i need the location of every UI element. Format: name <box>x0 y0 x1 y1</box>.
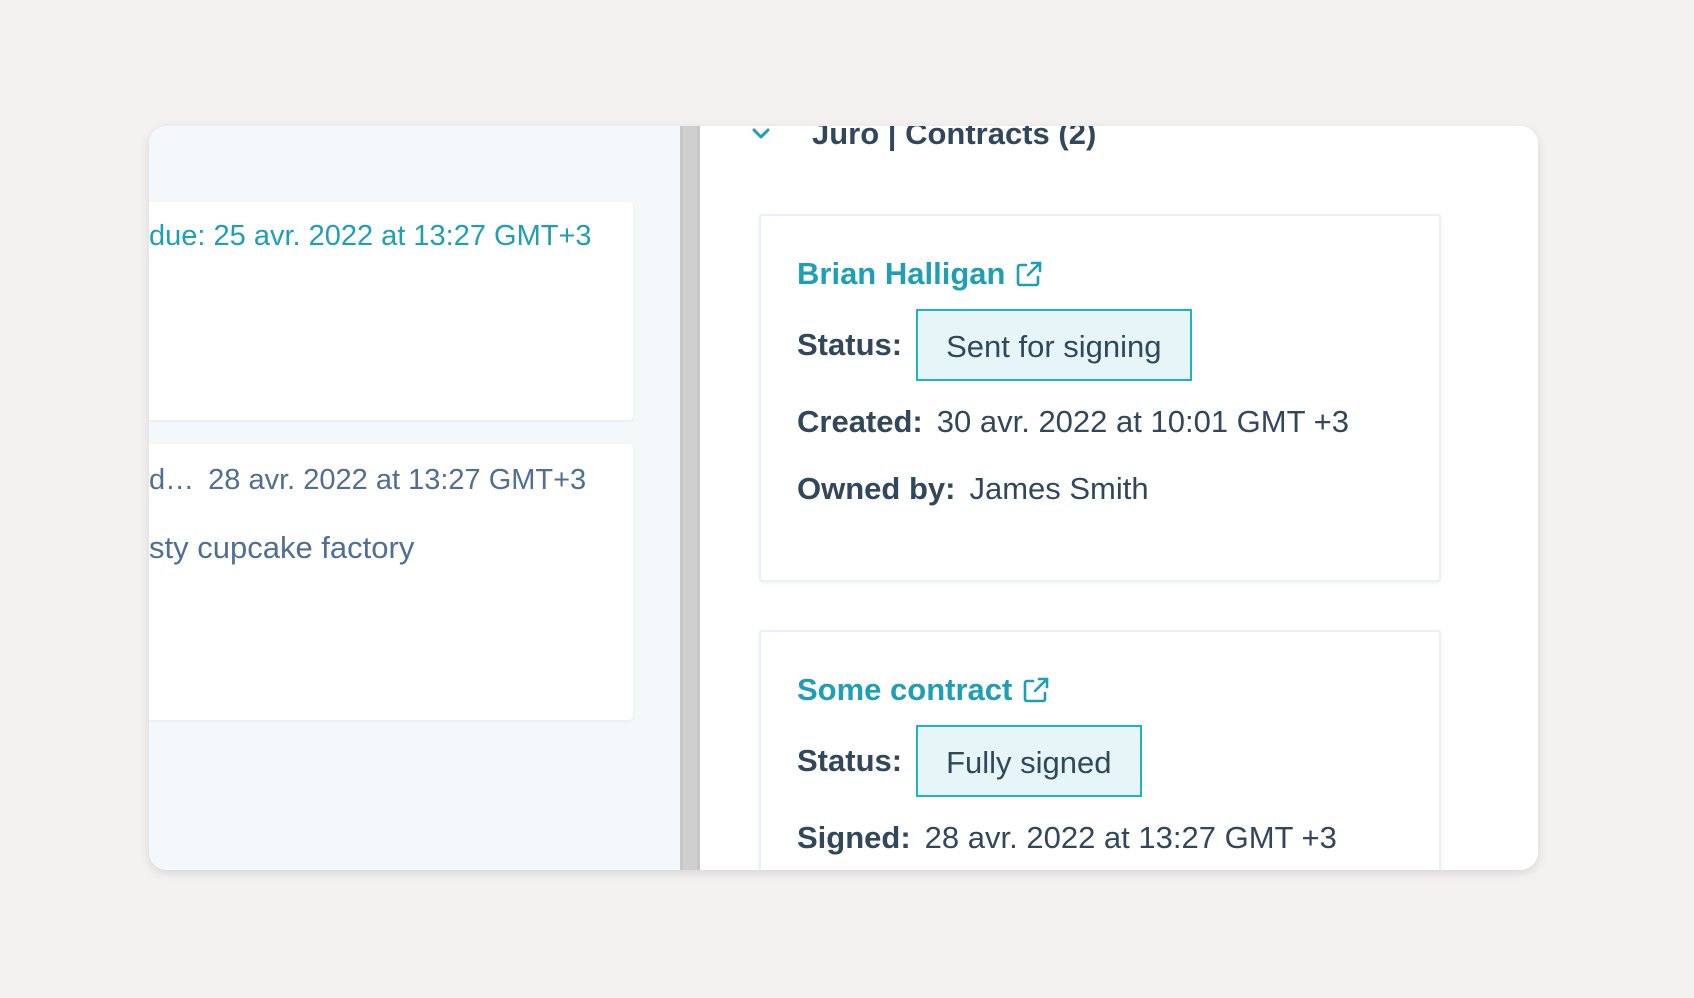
status-badge: Sent for signing <box>916 309 1192 381</box>
task-due-date: due: 25 avr. 2022 at 13:27 GMT+3 <box>149 220 592 252</box>
status-badge: Fully signed <box>916 725 1142 797</box>
contracts-section-toggle[interactable]: Juro | Contracts (2) <box>750 126 1096 156</box>
status-label: Status: <box>797 327 903 362</box>
contract-card: Some contract Status: Fully signed Signe… <box>759 630 1441 870</box>
status-row: Status: Sent for signing <box>797 309 1192 381</box>
app-window: due: 25 avr. 2022 at 13:27 GMT+3 d… 28 av… <box>149 126 1538 870</box>
timeline-card-activity[interactable]: d… 28 avr. 2022 at 13:27 GMT+3 sty cupcak… <box>149 444 633 720</box>
contract-card: Brian Halligan Status: Sent for signing … <box>759 214 1441 582</box>
signed-row: Signed: 28 avr. 2022 at 13:27 GMT +3 <box>797 820 1337 856</box>
timeline-panel: due: 25 avr. 2022 at 13:27 GMT+3 d… 28 av… <box>149 126 680 870</box>
signed-value: 28 avr. 2022 at 13:27 GMT +3 <box>924 820 1337 855</box>
contract-name: Brian Halligan <box>797 256 1006 291</box>
contract-name: Some contract <box>797 672 1013 707</box>
activity-header: d… 28 avr. 2022 at 13:27 GMT+3 <box>149 464 586 497</box>
external-link-icon <box>1024 677 1049 703</box>
panel-resize-handle[interactable] <box>680 126 700 870</box>
owner-label: Owned by: <box>797 471 956 506</box>
created-row: Created: 30 avr. 2022 at 10:01 GMT +3 <box>797 404 1349 440</box>
owner-value: James Smith <box>969 471 1149 506</box>
status-row: Status: Fully signed <box>797 725 1142 797</box>
owner-row: Owned by: James Smith <box>797 471 1149 507</box>
status-label: Status: <box>797 743 903 778</box>
contract-link[interactable]: Brian Halligan <box>797 256 1045 292</box>
activity-timestamp: 28 avr. 2022 at 13:27 GMT+3 <box>208 464 587 496</box>
signed-label: Signed: <box>797 820 911 855</box>
created-value: 30 avr. 2022 at 10:01 GMT +3 <box>936 404 1349 439</box>
contracts-sidebar: Juro | Contracts (2) Brian Halligan Stat… <box>700 126 1538 870</box>
chevron-down-icon <box>752 128 770 139</box>
created-label: Created: <box>797 404 923 439</box>
section-title: Juro | Contracts (2) <box>812 126 1097 151</box>
external-link-icon <box>1017 261 1042 287</box>
activity-description: sty cupcake factory <box>149 530 415 565</box>
timeline-card-task[interactable]: due: 25 avr. 2022 at 13:27 GMT+3 <box>149 202 633 420</box>
contract-link[interactable]: Some contract <box>797 672 1052 708</box>
activity-title: d… <box>149 464 195 496</box>
